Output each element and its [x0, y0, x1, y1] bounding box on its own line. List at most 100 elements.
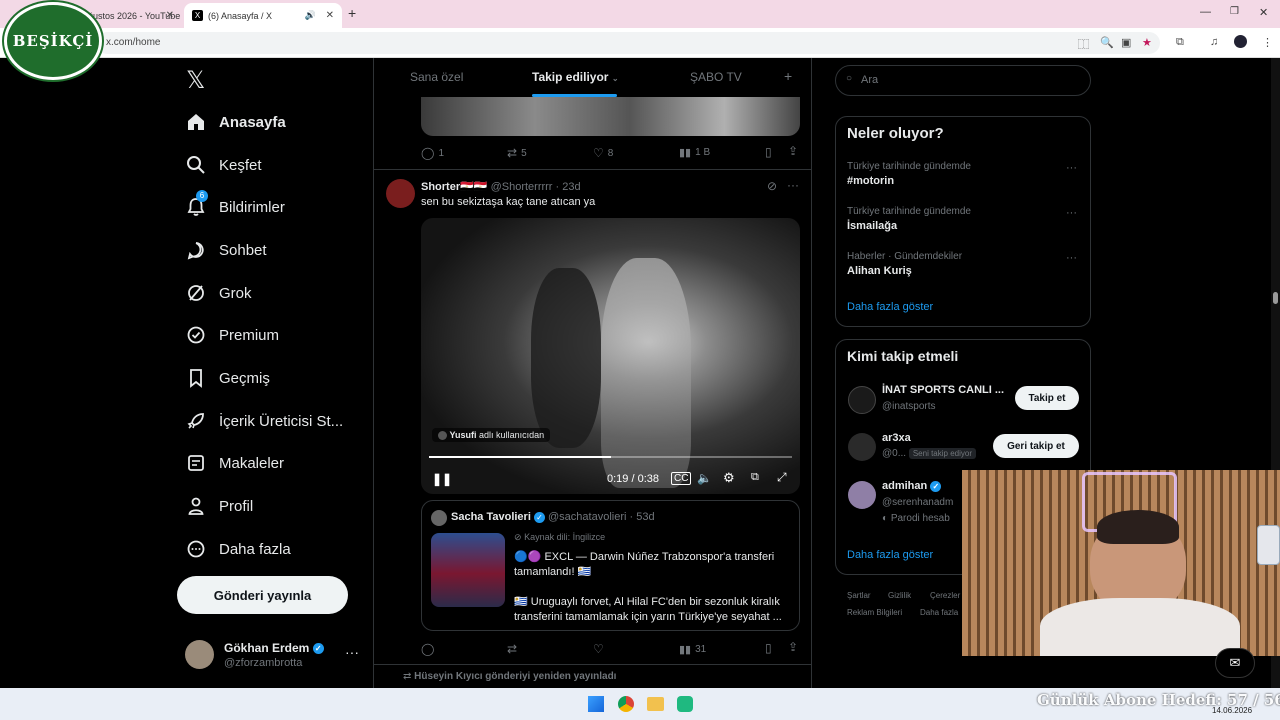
footer-link[interactable]: Şartlar — [847, 591, 871, 600]
notification-badge: 6 — [196, 190, 208, 202]
share-button[interactable]: ⇪ — [788, 640, 798, 654]
repost-note-text: Hüseyin Kıyıcı gönderiyi yeniden yayınla… — [414, 671, 617, 682]
tab-for-you[interactable]: Sana özel — [410, 70, 463, 84]
more-icon[interactable]: ··· — [1066, 162, 1077, 174]
app-icon[interactable] — [677, 696, 693, 712]
follow-button[interactable]: Takip et — [1015, 386, 1079, 410]
share-button[interactable]: ⇪ — [788, 144, 798, 158]
captions-icon[interactable]: CC — [671, 472, 692, 485]
post-image[interactable] — [421, 97, 800, 136]
tab-following[interactable]: Takip ediliyor ⌄ — [532, 70, 619, 84]
views-button[interactable]: ▮▮ 1 B — [679, 146, 710, 159]
footer-link[interactable]: Çerezler — [930, 591, 960, 600]
author-handle[interactable]: @Shorterrrrr — [491, 181, 553, 193]
credit-user[interactable]: Yusufi — [450, 430, 477, 440]
video-progress-track[interactable] — [429, 456, 792, 458]
bookmark-button[interactable]: ▯ — [765, 145, 772, 159]
quoted-post[interactable]: Sacha Tavolieri ✓ @sachatavolieri · 53d … — [421, 500, 800, 631]
sidebar-item-explore[interactable]: Keşfet — [185, 150, 262, 180]
suggestion-name[interactable]: ar3xa — [882, 432, 911, 444]
translate-icon[interactable]: ⿰ — [1078, 36, 1089, 52]
reply-button[interactable]: ◯ 1 — [421, 146, 444, 160]
bookmark-button[interactable]: ▯ — [765, 641, 772, 655]
install-icon[interactable]: ▣ — [1121, 36, 1131, 49]
trend-name[interactable]: #motorin — [847, 175, 894, 187]
volume-icon[interactable]: 🔈 — [697, 471, 712, 485]
footer-link[interactable]: Gizlilik — [888, 591, 911, 600]
like-button[interactable]: ♡ — [593, 642, 604, 656]
windows-start-icon[interactable] — [588, 696, 604, 712]
star-icon[interactable]: ★ — [1142, 36, 1152, 49]
scrollbar-thumb[interactable] — [1273, 292, 1278, 304]
post-button[interactable]: Gönderi yayınla — [177, 576, 348, 614]
follow-back-button[interactable]: Geri takip et — [993, 434, 1079, 458]
suggestion-name[interactable]: İNAT SPORTS CANLI ... — [882, 384, 1004, 396]
close-tab-icon[interactable]: ✕ — [326, 10, 334, 21]
speaker-icon[interactable]: 🔊 — [305, 10, 316, 21]
grok-icon — [185, 282, 207, 304]
chat-bubble-icon[interactable]: ✉ — [1215, 648, 1255, 678]
search-input[interactable]: ○ Ara — [835, 65, 1091, 96]
profile-avatar-icon[interactable] — [1234, 35, 1247, 48]
tab-sabo-tv[interactable]: ŞABO TV — [690, 70, 742, 84]
sidebar-item-chat[interactable]: Sohbet — [185, 235, 267, 265]
sidebar-item-notifications[interactable]: 6 Bildirimler — [185, 190, 285, 222]
repost-button[interactable]: ⇄ 5 — [507, 146, 527, 160]
chrome-icon[interactable] — [618, 696, 634, 712]
sidebar-item-more[interactable]: Daha fazla — [185, 534, 291, 564]
show-more-follow-link[interactable]: Daha fazla göster — [847, 549, 933, 561]
avatar[interactable] — [848, 433, 876, 461]
x-logo-icon[interactable]: 𝕏 — [186, 66, 205, 94]
post-time[interactable]: · 23d — [556, 181, 581, 193]
pip-icon[interactable]: ⧉ — [751, 471, 759, 484]
sidebar-item-bookmarks[interactable]: Geçmiş — [185, 363, 270, 393]
divider — [373, 169, 812, 170]
new-tab-button[interactable]: + — [348, 5, 356, 21]
url-field[interactable]: x.com/home — [96, 32, 1160, 54]
trend-name[interactable]: İsmailağa — [847, 220, 897, 232]
grok-icon[interactable]: ⊘ — [767, 179, 777, 193]
sidebar-item-creator-studio[interactable]: İçerik Üreticisi St... — [185, 406, 343, 436]
minimize-icon[interactable]: — — [1200, 6, 1211, 18]
sidebar-item-profile[interactable]: Profil — [185, 491, 253, 521]
more-icon[interactable]: ··· — [345, 644, 359, 660]
parody-label: Parodi hesab — [890, 513, 950, 524]
more-icon[interactable]: ··· — [1066, 207, 1077, 219]
close-window-icon[interactable]: ✕ — [1259, 6, 1268, 19]
more-icon[interactable]: ··· — [787, 178, 799, 192]
browser-menu-icon[interactable]: ⋮ — [1262, 36, 1273, 49]
trend-name[interactable]: Alihan Kuriş — [847, 265, 912, 277]
show-more-trends-link[interactable]: Daha fazla göster — [847, 301, 933, 313]
channel-logo: BEŞİKÇİ — [4, 2, 102, 80]
account-switcher[interactable]: Gökhan Erdem ✓ @zforzambrotta ··· — [185, 638, 365, 674]
views-button[interactable]: ▮▮ 31 — [679, 643, 706, 656]
avatar[interactable] — [848, 481, 876, 509]
sidebar-item-home[interactable]: Anasayfa — [185, 107, 286, 137]
footer-link[interactable]: Reklam Bilgileri — [847, 608, 902, 617]
extensions-icon[interactable]: ⧉ — [1176, 36, 1184, 49]
close-tab-icon[interactable]: ✕ — [166, 10, 174, 21]
repost-button[interactable]: ⇄ — [507, 642, 517, 656]
suggestion-name[interactable]: admihan — [882, 480, 927, 492]
settings-icon[interactable]: ⚙ — [723, 470, 735, 486]
folder-icon[interactable] — [647, 697, 664, 711]
sidebar-item-premium[interactable]: Premium — [185, 320, 279, 350]
tab-x-home[interactable]: X (6) Anasayfa / X 🔊 ✕ — [184, 3, 342, 28]
like-button[interactable]: ♡ 8 — [593, 146, 613, 160]
avatar[interactable] — [848, 386, 876, 414]
restore-icon[interactable]: ❐ — [1230, 6, 1239, 17]
chat-icon — [185, 239, 207, 261]
more-icon[interactable]: ··· — [1066, 252, 1077, 264]
sidebar-item-articles[interactable]: Makaleler — [185, 448, 284, 478]
avatar[interactable] — [386, 179, 415, 208]
media-control-icon[interactable]: ♫ — [1210, 36, 1218, 48]
fullscreen-icon[interactable]: ⤢ — [777, 470, 787, 485]
footer-link[interactable]: Daha fazla — [920, 608, 958, 617]
author-name[interactable]: Shorter🇪🇬🇪🇬 — [421, 181, 488, 193]
reply-button[interactable]: ◯ — [421, 642, 434, 656]
pause-icon[interactable]: ❚❚ — [432, 472, 452, 486]
add-tab-icon[interactable]: + — [784, 68, 792, 84]
video-player[interactable]: Yusufi adlı kullanıcıdan ❚❚ 0:19 / 0:38 … — [421, 218, 800, 494]
zoom-icon[interactable]: 🔍 — [1100, 36, 1114, 49]
sidebar-item-grok[interactable]: Grok — [185, 278, 252, 308]
